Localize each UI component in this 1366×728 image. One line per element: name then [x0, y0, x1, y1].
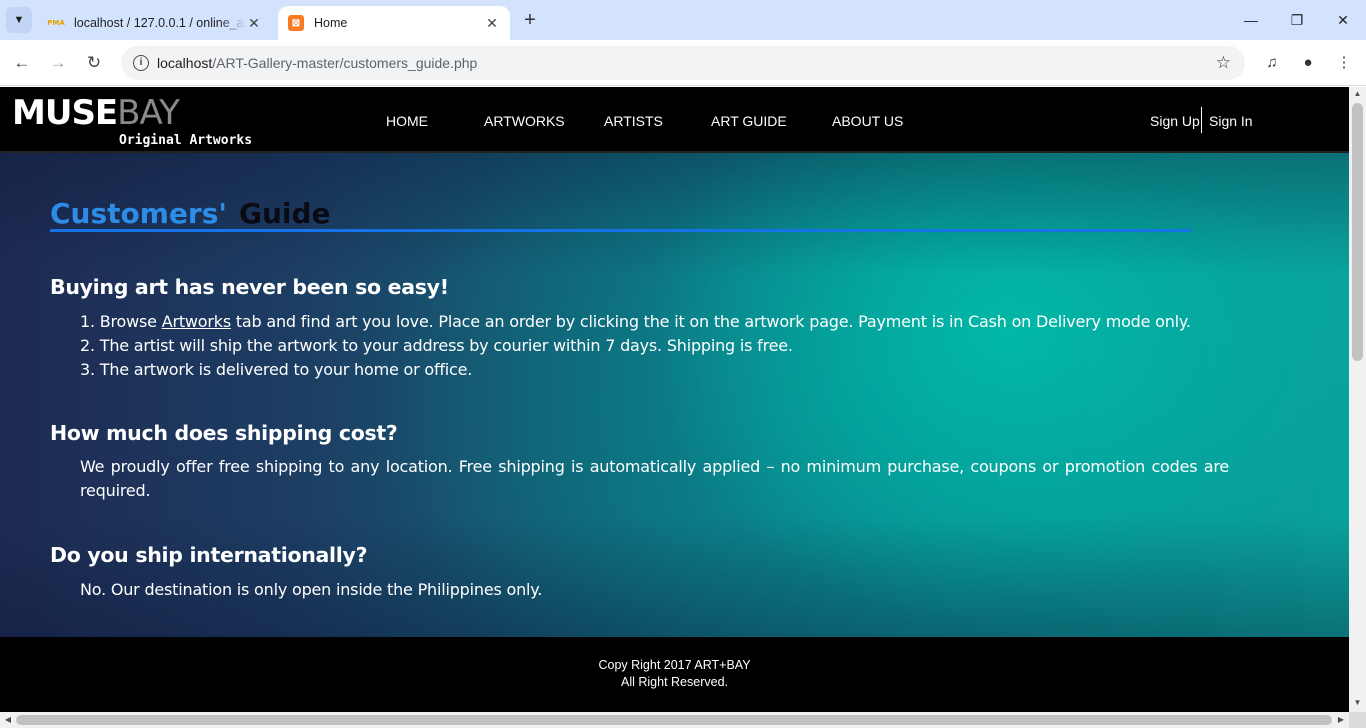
nav-artists[interactable]: ARTISTS [604, 113, 663, 129]
step-1: 1. Browse Artworks tab and find art you … [80, 312, 1191, 331]
url-host: localhost [157, 55, 213, 71]
vertical-scroll-thumb[interactable] [1352, 103, 1363, 361]
back-button[interactable]: ← [9, 50, 35, 76]
guide-content: Customers' Guide Buying art has never bee… [0, 153, 1349, 637]
site-header: MUSEBAY Original Artworks HOME ARTWORKS … [0, 87, 1349, 153]
site-logo[interactable]: MUSEBAY Original Artworks [12, 93, 252, 148]
faq-question-buying: Buying art has never been so easy! [50, 275, 449, 299]
minimize-button[interactable]: — [1228, 0, 1274, 40]
sign-up-link[interactable]: Sign Up [1150, 113, 1200, 129]
close-tab-icon[interactable]: ✕ [246, 15, 262, 32]
step-2: 2. The artist will ship the artwork to y… [80, 336, 793, 355]
auth-divider [1201, 107, 1202, 133]
tab-title: localhost / 127.0.0.1 / online_art_galle… [74, 16, 246, 30]
new-tab-button[interactable]: + [518, 8, 542, 32]
browser-tab-phpmyadmin[interactable]: PMA localhost / 127.0.0.1 / online_art_g… [38, 6, 272, 40]
site-info-icon[interactable]: i [133, 55, 149, 71]
step-1-suffix: tab and find art you love. Place an orde… [230, 312, 1191, 331]
horizontal-scrollbar[interactable]: ◀ ▶ [0, 712, 1349, 728]
site-footer: Copy Right 2017 ART+BAY All Right Reserv… [0, 637, 1349, 712]
faq-question-shipping-cost: How much does shipping cost? [50, 421, 398, 445]
artworks-link[interactable]: Artworks [162, 312, 231, 331]
close-tab-icon[interactable]: ✕ [484, 15, 500, 32]
sign-in-link[interactable]: Sign In [1209, 113, 1253, 129]
horizontal-scroll-thumb[interactable] [16, 715, 1332, 725]
phpmyadmin-icon: PMA [47, 19, 65, 27]
browser-menu-icon[interactable]: ⋮ [1331, 50, 1357, 76]
close-window-button[interactable]: ✕ [1320, 0, 1366, 40]
browser-tab-strip: ▼ PMA localhost / 127.0.0.1 / online_art… [0, 0, 1366, 40]
restore-button[interactable]: ❐ [1274, 0, 1320, 40]
tab-title: Home [314, 16, 348, 30]
browser-tab-home[interactable]: ⊠ Home ✕ [278, 6, 510, 40]
logo-tagline: Original Artworks [119, 133, 253, 148]
profile-lock-icon[interactable]: ● [1295, 50, 1321, 76]
nav-artworks[interactable]: ARTWORKS [484, 113, 565, 129]
nav-about-us[interactable]: ABOUT US [832, 113, 903, 129]
reload-button[interactable]: ↻ [81, 50, 107, 76]
faq-question-international: Do you ship internationally? [50, 543, 368, 567]
bookmark-star-icon[interactable]: ☆ [1216, 46, 1231, 80]
title-rest: Guide [238, 197, 331, 230]
scrollbar-corner [1349, 712, 1366, 728]
url-text[interactable]: localhost/ART-Gallery-master/customers_g… [157, 46, 477, 80]
vertical-scrollbar[interactable]: ▲ ▼ [1349, 87, 1366, 712]
forward-button[interactable]: → [45, 50, 71, 76]
browser-toolbar: ← → ↻ i localhost/ART-Gallery-master/cus… [0, 40, 1366, 86]
step-3: 3. The artwork is delivered to your home… [80, 360, 473, 379]
scroll-up-arrow[interactable]: ▲ [1349, 89, 1366, 98]
scroll-left-arrow[interactable]: ◀ [0, 712, 16, 728]
faq-answer-shipping-cost: We proudly offer free shipping to any lo… [80, 457, 1229, 500]
url-path: /ART-Gallery-master/customers_guide.php [212, 55, 478, 71]
page-title: Customers' Guide [50, 197, 331, 230]
footer-rights: All Right Reserved. [621, 675, 728, 689]
title-underline [50, 229, 1191, 232]
nav-home[interactable]: HOME [386, 113, 428, 129]
nav-art-guide[interactable]: ART GUIDE [711, 113, 787, 129]
page-viewport: MUSEBAY Original Artworks HOME ARTWORKS … [0, 87, 1349, 712]
scroll-right-arrow[interactable]: ▶ [1333, 712, 1349, 728]
logo-bold-text: MUSE [12, 93, 118, 133]
tab-search-button[interactable]: ▼ [6, 7, 32, 33]
step-1-prefix: 1. Browse [80, 312, 162, 331]
xampp-icon: ⊠ [288, 15, 304, 31]
logo-light-text: BAY [117, 93, 180, 133]
media-controls-icon[interactable]: ♫ [1259, 50, 1285, 76]
scroll-down-arrow[interactable]: ▼ [1349, 698, 1366, 707]
faq-answer-international: No. Our destination is only open inside … [80, 580, 543, 599]
address-bar[interactable]: i localhost/ART-Gallery-master/customers… [121, 46, 1245, 80]
footer-copyright: Copy Right 2017 ART+BAY [598, 658, 751, 672]
title-accent: Customers' [50, 197, 227, 230]
